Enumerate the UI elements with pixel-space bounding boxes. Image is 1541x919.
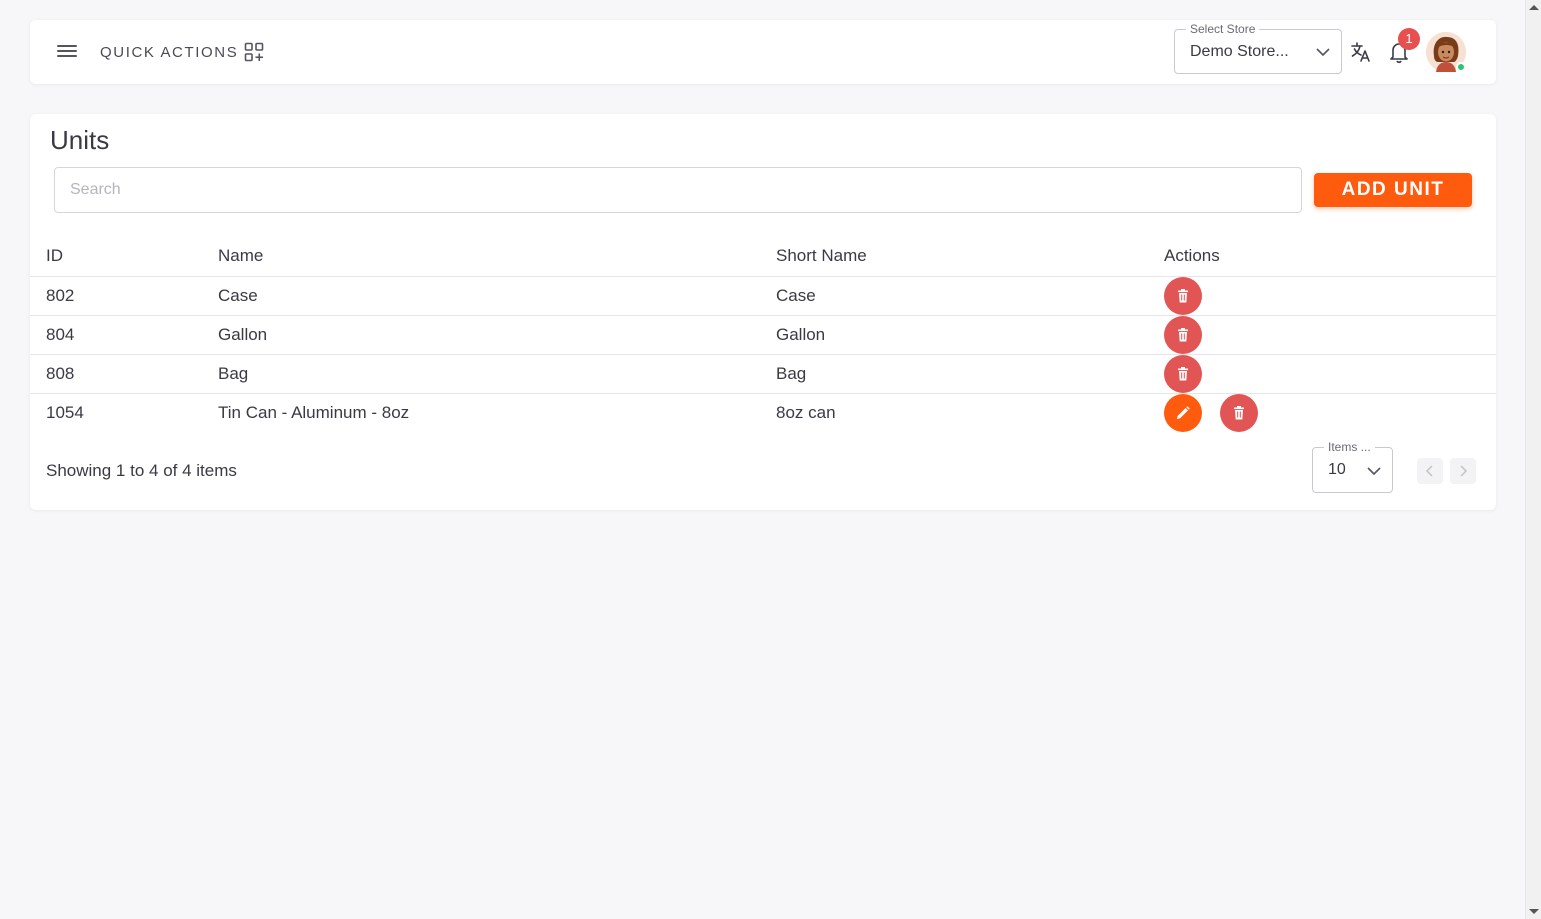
add-unit-button[interactable]: ADD UNIT — [1314, 173, 1472, 207]
cell-short-name: Case — [776, 276, 1164, 316]
quick-actions-grid-icon[interactable] — [244, 42, 264, 62]
cell-id: 802 — [30, 276, 218, 316]
chevron-right-icon — [1460, 465, 1468, 477]
delete-button[interactable] — [1164, 315, 1202, 354]
cell-actions — [1164, 393, 1496, 432]
pagination-summary: Showing 1 to 4 of 4 items — [46, 461, 237, 480]
table-row: 1054 Tin Can - Aluminum - 8oz 8oz can — [30, 393, 1496, 432]
translate-icon[interactable] — [1350, 41, 1372, 63]
trash-icon — [1234, 405, 1244, 420]
trash-icon — [1178, 327, 1188, 341]
pencil-icon — [1177, 405, 1190, 419]
page-scrollbar[interactable] — [1525, 0, 1541, 919]
cell-actions — [1164, 276, 1496, 316]
delete-button[interactable] — [1164, 276, 1202, 315]
column-header-actions: Actions — [1164, 236, 1496, 277]
column-header-name[interactable]: Name — [218, 236, 776, 277]
cell-id: 804 — [30, 315, 218, 355]
cell-actions — [1164, 354, 1496, 394]
user-avatar[interactable] — [1426, 32, 1466, 72]
table-header-row: ID Name Short Name Actions — [30, 236, 1496, 277]
store-select-value: Demo Store... — [1190, 43, 1289, 60]
items-per-page-legend: Items ... — [1324, 440, 1375, 454]
menu-icon[interactable] — [57, 42, 77, 62]
edit-button[interactable] — [1164, 393, 1202, 432]
trash-icon — [1178, 288, 1188, 302]
cell-name: Tin Can - Aluminum - 8oz — [218, 402, 410, 422]
cell-id: 1054 — [46, 402, 84, 422]
cell-name: Bag — [218, 354, 776, 394]
trash-icon — [1178, 366, 1188, 380]
top-bar: QUICK ACTIONS Select Store Demo Store...… — [30, 20, 1496, 84]
cell-short-name: Bag — [776, 354, 1164, 394]
quick-actions-label[interactable]: QUICK ACTIONS — [100, 44, 238, 61]
page-title: Units — [50, 125, 110, 155]
table-row: 804 Gallon Gallon — [30, 315, 1496, 355]
search-input[interactable] — [54, 167, 1302, 213]
store-select[interactable]: Select Store Demo Store... — [1174, 22, 1342, 74]
chevron-down-icon — [1316, 48, 1330, 57]
cell-name: Case — [218, 276, 776, 316]
next-page-button[interactable] — [1450, 458, 1476, 484]
column-header-short-name[interactable]: Short Name — [776, 236, 1164, 277]
cell-actions — [1164, 315, 1496, 355]
table-row: 808 Bag Bag — [30, 354, 1496, 394]
cell-name: Gallon — [218, 315, 776, 355]
column-header-id[interactable]: ID — [30, 236, 218, 277]
store-select-legend: Select Store — [1186, 22, 1260, 36]
online-status-dot — [1456, 62, 1466, 72]
notification-badge: 1 — [1398, 28, 1420, 50]
chevron-down-icon — [1367, 467, 1381, 476]
units-card: Units ADD UNIT ID Name Short Name Action… — [30, 114, 1496, 510]
delete-button[interactable] — [1220, 393, 1258, 432]
chevron-left-icon — [1425, 465, 1433, 477]
cell-short-name: 8oz can — [776, 402, 836, 422]
table-row: 802 Case Case — [30, 276, 1496, 316]
cell-short-name: Gallon — [776, 315, 1164, 355]
items-per-page-select[interactable]: Items ... 10 — [1312, 440, 1393, 493]
cell-id: 808 — [30, 354, 218, 394]
scroll-down-arrow[interactable] — [1529, 909, 1539, 914]
delete-button[interactable] — [1164, 354, 1202, 393]
items-per-page-value: 10 — [1328, 461, 1346, 478]
scroll-up-arrow[interactable] — [1529, 5, 1539, 10]
previous-page-button[interactable] — [1417, 458, 1443, 484]
units-table: ID Name Short Name Actions 802 Case Case… — [30, 236, 1496, 432]
